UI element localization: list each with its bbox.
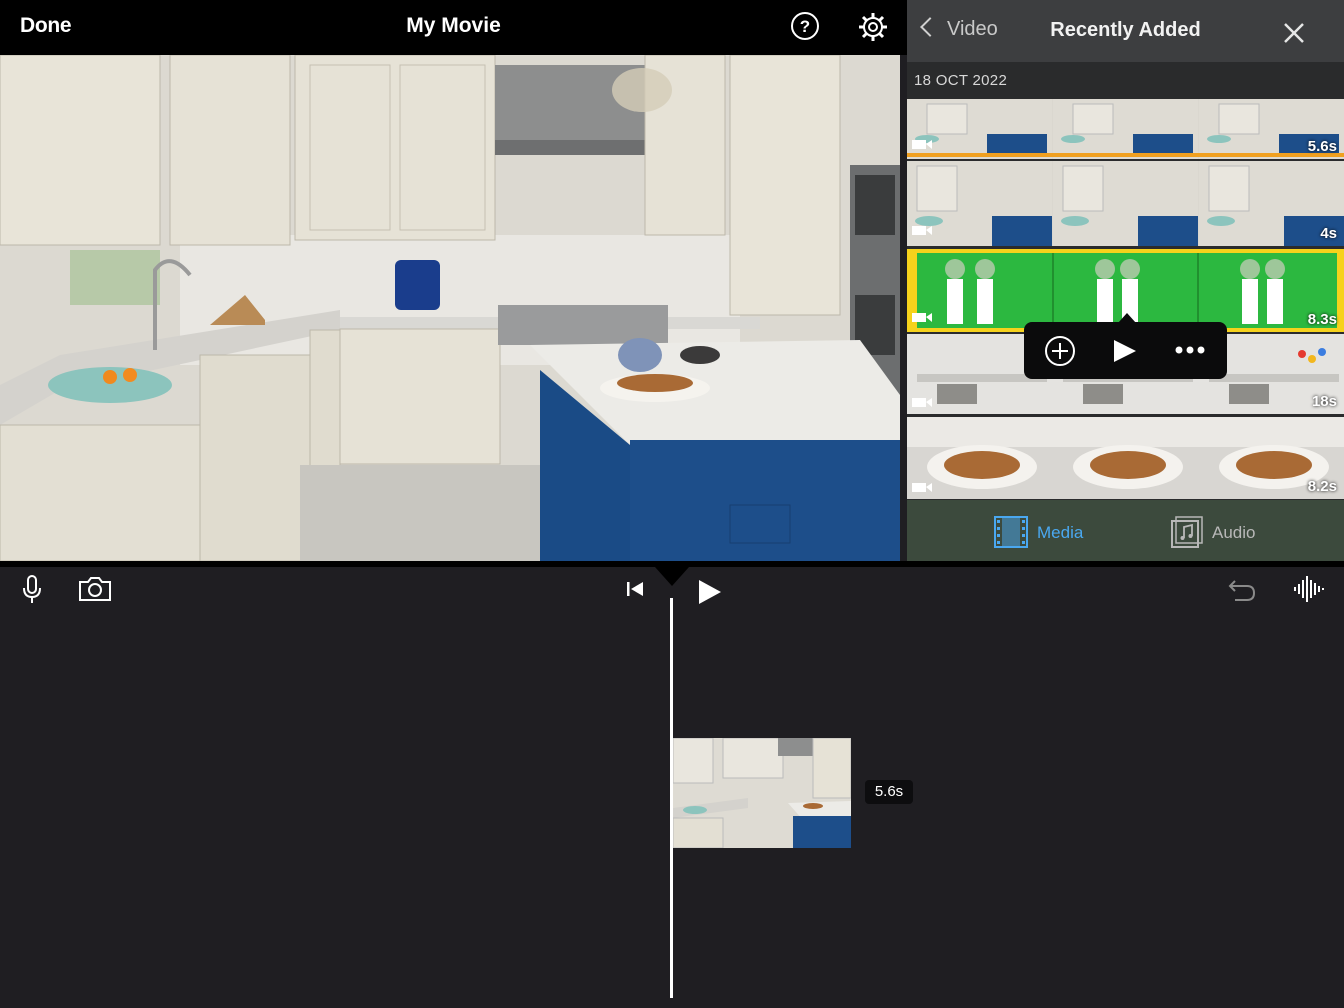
clip-action-popup: [1024, 313, 1227, 379]
timeline-clip-thumbnail: [673, 738, 851, 848]
playhead-marker: [655, 567, 689, 586]
add-icon[interactable]: [1044, 335, 1076, 367]
clip-row[interactable]: 5.6s: [907, 99, 1344, 159]
clip-thumbnail: [907, 99, 1344, 159]
clip-duration: 18s: [1311, 393, 1337, 410]
more-icon[interactable]: [1174, 345, 1206, 355]
browser-title: Recently Added: [1050, 19, 1201, 41]
camera-icon[interactable]: [78, 576, 112, 602]
clip-thumbnail: [907, 417, 1344, 499]
help-icon[interactable]: ?: [791, 12, 819, 40]
clip-row[interactable]: 8.2s: [907, 417, 1344, 499]
clip-row[interactable]: 4s: [907, 161, 1344, 246]
kitchen-preview-image: [0, 55, 900, 561]
tab-audio[interactable]: Audio: [1212, 523, 1255, 543]
clip-duration: 8.3s: [1307, 311, 1337, 328]
gear-icon[interactable]: [858, 12, 888, 42]
date-header: 18 OCT 2022: [914, 72, 1008, 89]
popup-notch: [1118, 313, 1136, 323]
close-icon[interactable]: [1281, 20, 1307, 46]
music-note-icon[interactable]: [1171, 516, 1203, 548]
timeline-clip[interactable]: [673, 738, 851, 848]
top-bar: Done My Movie ?: [0, 0, 907, 55]
tab-media[interactable]: Media: [1037, 523, 1083, 543]
clip-duration: 5.6s: [1307, 138, 1337, 155]
clip-thumbnail: [907, 161, 1344, 246]
clip-duration: 8.2s: [1307, 478, 1337, 495]
play-icon[interactable]: [1112, 338, 1138, 364]
play-icon[interactable]: [697, 578, 723, 606]
audio-waveform-icon[interactable]: [1293, 574, 1325, 604]
clip-duration: 4s: [1320, 225, 1337, 242]
clip-duration-badge: 5.6s: [865, 780, 913, 804]
browser-tabs: Media Audio: [907, 500, 1344, 561]
browser-header: Video Recently Added: [907, 0, 1344, 62]
video-viewer[interactable]: [0, 55, 900, 561]
project-title: My Movie: [406, 14, 501, 37]
microphone-icon[interactable]: [22, 575, 42, 605]
film-icon[interactable]: [994, 516, 1028, 548]
undo-icon[interactable]: [1227, 577, 1257, 603]
media-browser: Video Recently Added 18 OCT 2022 5.6s 4s…: [907, 0, 1344, 561]
skip-to-start-icon[interactable]: [625, 579, 645, 599]
